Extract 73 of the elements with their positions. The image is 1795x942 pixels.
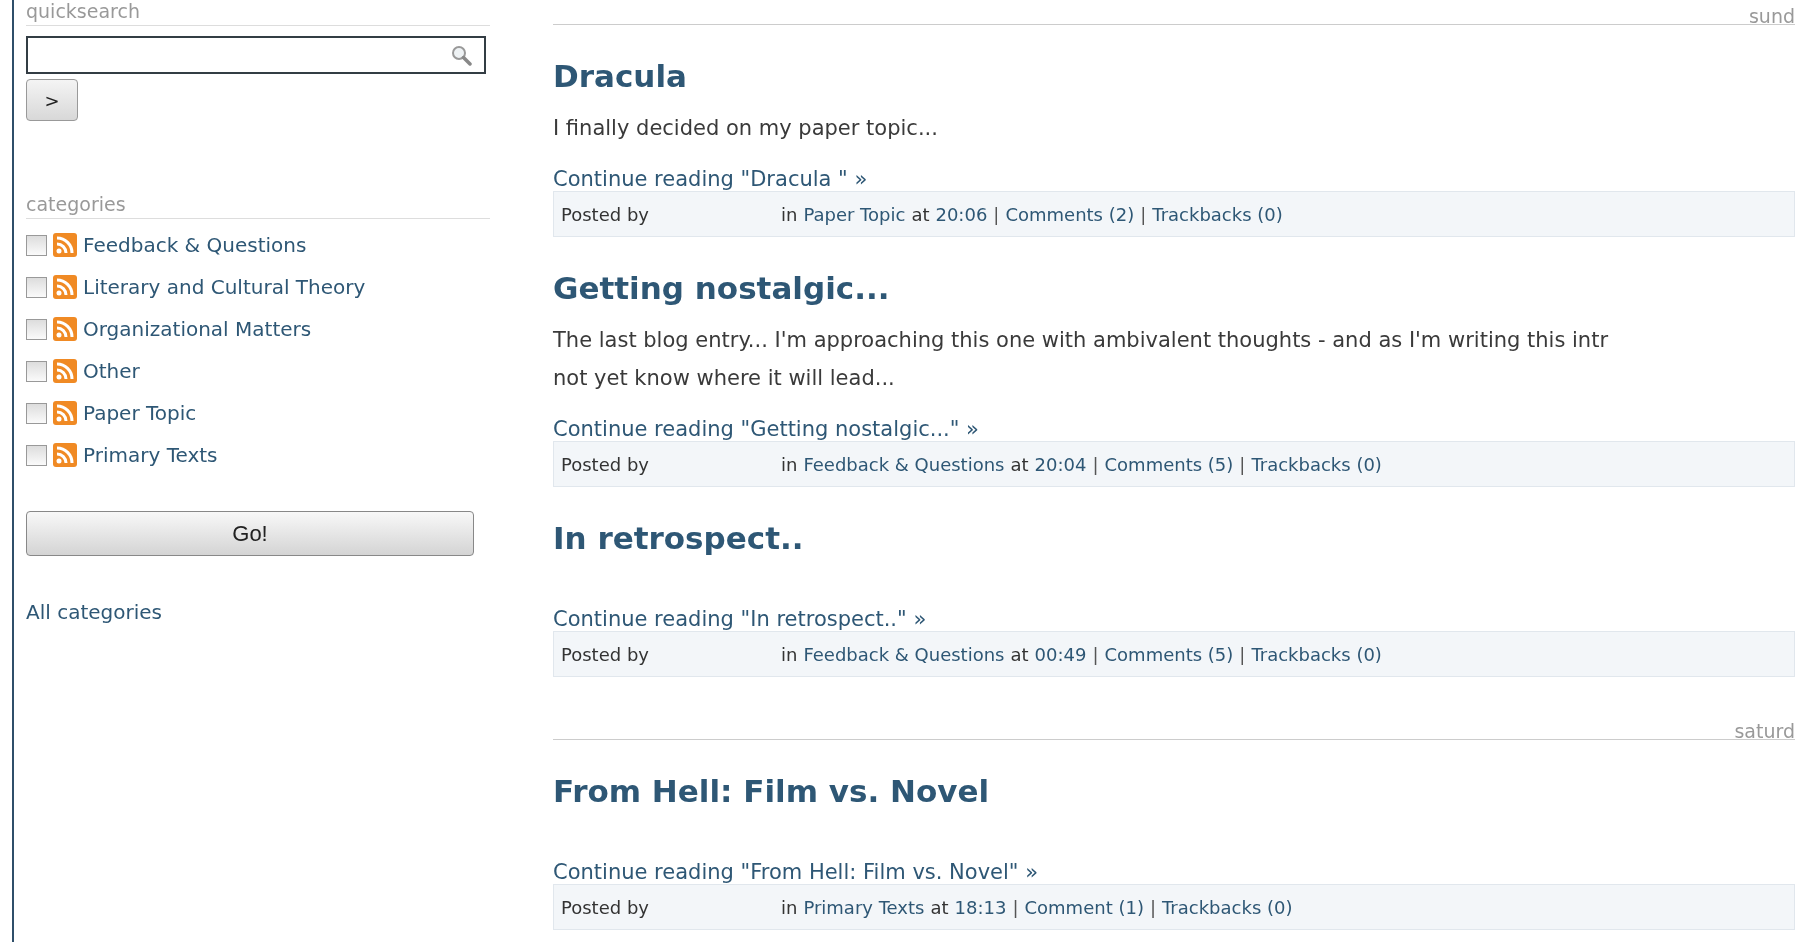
meta-text: at — [1010, 643, 1029, 665]
checkbox[interactable] — [26, 234, 47, 256]
separator: | — [1012, 896, 1019, 918]
category-link[interactable]: Primary Texts — [83, 443, 218, 467]
meta-link[interactable]: Comments (5) — [1104, 643, 1234, 665]
rss-icon — [53, 317, 77, 341]
checkbox[interactable] — [26, 276, 47, 298]
meta-text: Posted by — [561, 203, 649, 225]
search-field[interactable] — [26, 36, 486, 74]
post-title[interactable]: Dracula — [553, 55, 1795, 97]
rss-icon — [53, 443, 77, 467]
category-link[interactable]: Paper Topic — [83, 401, 197, 425]
meta-link[interactable]: Trackbacks (0) — [1251, 453, 1382, 475]
meta-text: Posted by — [561, 896, 649, 918]
meta-text: in — [780, 896, 798, 918]
all-categories-link[interactable]: All categories — [26, 600, 162, 624]
separator: | — [1149, 896, 1156, 918]
section-heading: quicksearch — [26, 0, 490, 26]
meta-text: Posted by — [561, 643, 649, 665]
meta-link[interactable]: Trackbacks (0) — [1251, 643, 1382, 665]
checkbox[interactable] — [26, 360, 47, 382]
meta-text: Posted by — [561, 453, 649, 475]
rss-icon — [53, 359, 77, 383]
checkbox[interactable] — [26, 444, 47, 466]
post-excerpt: I finally decided on my paper topic... — [553, 115, 939, 142]
meta-link[interactable]: Trackbacks (0) — [1162, 896, 1293, 918]
meta-link[interactable]: Feedback & Questions — [803, 643, 1005, 665]
rss-icon — [53, 233, 77, 257]
meta-link[interactable]: Comments (2) — [1005, 203, 1135, 225]
meta-text: at — [911, 203, 930, 225]
meta-link[interactable]: Comment (1) — [1024, 896, 1144, 918]
meta-link[interactable]: Comments (5) — [1104, 453, 1234, 475]
category-link[interactable]: Other — [83, 359, 140, 383]
meta-link[interactable]: 20:04 — [1034, 453, 1087, 475]
meta-link[interactable]: Feedback & Questions — [803, 453, 1005, 475]
category-link[interactable]: Organizational Matters — [83, 317, 312, 341]
checkbox[interactable] — [26, 402, 47, 424]
continue-reading-link[interactable]: Continue reading "In retrospect.." » — [553, 607, 927, 631]
meta-link[interactable]: 00:49 — [1034, 643, 1087, 665]
separator: | — [993, 203, 1000, 225]
separator: | — [1140, 203, 1147, 225]
submit-button[interactable]: > — [26, 79, 78, 121]
meta-link[interactable]: 18:13 — [954, 896, 1007, 918]
category-link[interactable]: Literary and Cultural Theory — [83, 275, 366, 299]
continue-reading-link[interactable]: Continue reading "Dracula " » — [553, 167, 868, 191]
search-icon — [450, 44, 472, 66]
meta-text: at — [1010, 453, 1029, 475]
meta-text: in — [780, 203, 798, 225]
separator: | — [1092, 453, 1099, 475]
category-link[interactable]: Feedback & Questions — [83, 233, 307, 257]
section-heading: categories — [26, 193, 490, 219]
checkbox[interactable] — [26, 318, 47, 340]
meta-link[interactable]: Trackbacks (0) — [1152, 203, 1283, 225]
date-heading: sund — [1748, 7, 1795, 24]
meta-text: at — [930, 896, 949, 918]
separator: | — [1239, 453, 1246, 475]
go-button[interactable]: Go! — [26, 511, 474, 556]
post-title[interactable]: From Hell: Film vs. Novel — [553, 770, 1795, 812]
post-title[interactable]: In retrospect.. — [553, 517, 1795, 559]
post-excerpt: The last blog entry... I'm approaching this one with ambivalent thoughts - and as I'm writing this intr not yet know where it will lead... — [553, 327, 1610, 392]
rss-icon — [53, 401, 77, 425]
rss-icon — [53, 275, 77, 299]
date-heading: saturd — [1734, 722, 1795, 739]
separator: | — [1092, 643, 1099, 665]
separator: | — [1239, 643, 1246, 665]
meta-link[interactable]: Paper Topic — [803, 203, 906, 225]
meta-link[interactable]: 20:06 — [935, 203, 988, 225]
post-title[interactable]: Getting nostalgic... — [553, 267, 1795, 309]
continue-reading-link[interactable]: Continue reading "From Hell: Film vs. Novel" » — [553, 860, 1039, 884]
continue-reading-link[interactable]: Continue reading "Getting nostalgic..." » — [553, 417, 979, 441]
meta-text: in — [780, 453, 798, 475]
meta-link[interactable]: Primary Texts — [803, 896, 925, 918]
meta-text: in — [780, 643, 798, 665]
